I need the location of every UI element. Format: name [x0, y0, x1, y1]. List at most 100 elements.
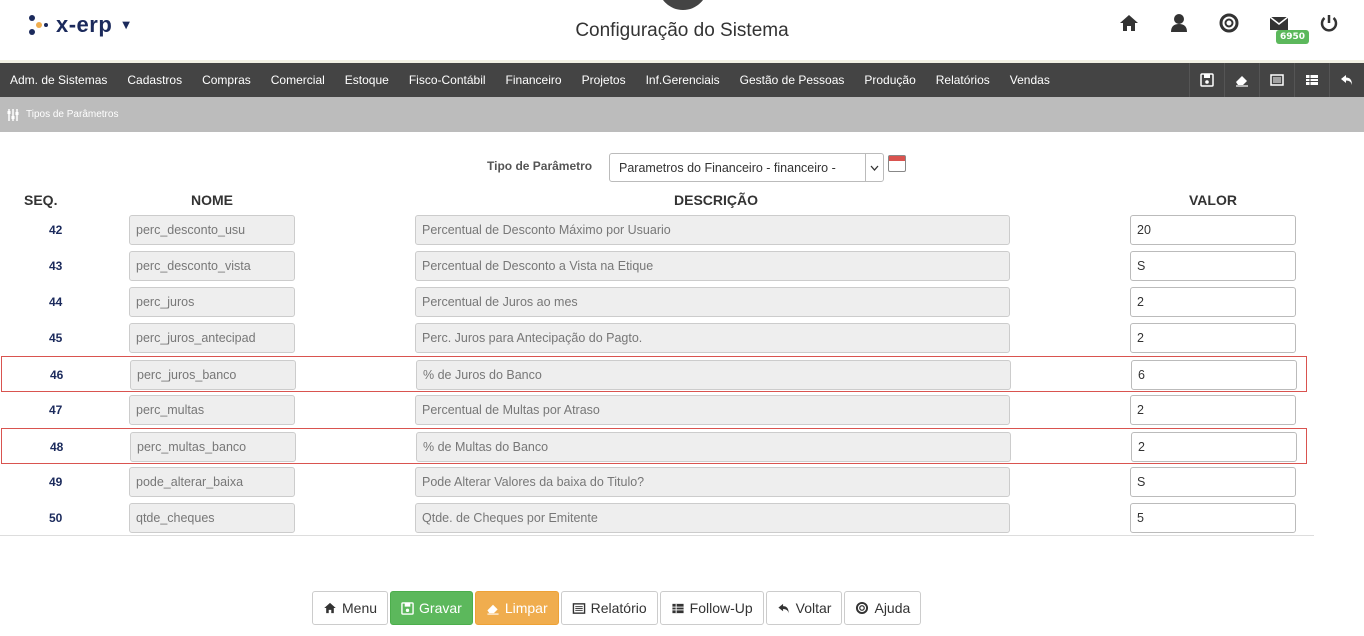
- help-button-label: Ajuda: [874, 600, 911, 616]
- table-icon[interactable]: [1294, 63, 1329, 97]
- table-row: 50 qtde_cheques Qtde. de Cheques por Emite…: [0, 499, 1314, 535]
- main-menu-bar: Adm. de Sistemas Cadastros Compras Comer…: [0, 63, 1364, 97]
- save-button[interactable]: Gravar: [390, 591, 473, 625]
- save-button-label: Gravar: [419, 600, 462, 616]
- row-descricao-field: Pode Alterar Valores da baixa do Titulo?: [415, 467, 1010, 497]
- top-header: x-erp ▼ Configuração do Sistema 6950: [0, 0, 1364, 63]
- menu-item-comercial[interactable]: Comercial: [261, 73, 335, 87]
- row-seq: 46: [50, 368, 64, 382]
- menu-button[interactable]: Menu: [312, 591, 389, 625]
- row-descricao-field: Perc. Juros para Antecipação do Pagto.: [415, 323, 1010, 353]
- eraser-icon[interactable]: [1224, 63, 1259, 97]
- row-descricao-field: Percentual de Juros ao mes: [415, 287, 1010, 317]
- menu-item-fisco-contabil[interactable]: Fisco-Contábil: [399, 73, 496, 87]
- column-header-seq: SEQ.: [24, 192, 58, 208]
- mail-count-badge: 6950: [1276, 30, 1310, 44]
- row-valor-input[interactable]: 5: [1130, 503, 1296, 533]
- home-icon[interactable]: [1118, 12, 1140, 34]
- row-nome-field: pode_alterar_baixa: [129, 467, 295, 497]
- menu-item-producao[interactable]: Produção: [854, 73, 925, 87]
- back-arrow-icon[interactable]: [1329, 63, 1364, 97]
- table-row: 43 perc_desconto_vista Percentual de Desco…: [0, 247, 1314, 283]
- power-icon[interactable]: [1318, 12, 1340, 34]
- support-icon[interactable]: [1218, 12, 1240, 34]
- row-valor-input[interactable]: 20: [1130, 215, 1296, 245]
- parameter-type-select[interactable]: Parametros do Financeiro - financeiro -: [609, 153, 884, 182]
- menu-item-relatorios[interactable]: Relatórios: [926, 73, 1000, 87]
- menu-item-adm-sistemas[interactable]: Adm. de Sistemas: [0, 73, 117, 87]
- row-descricao-field: Qtde. de Cheques por Emitente: [415, 503, 1010, 533]
- row-nome-field: perc_multas_banco: [130, 432, 296, 462]
- menu-item-financeiro[interactable]: Financeiro: [496, 73, 572, 87]
- parameter-type-selected: Parametros do Financeiro - financeiro -: [619, 161, 836, 175]
- back-button-label: Voltar: [795, 600, 832, 616]
- row-valor-input[interactable]: 6: [1131, 360, 1297, 390]
- row-nome-field: qtde_cheques: [129, 503, 295, 533]
- report-button-label: Relatório: [590, 600, 647, 616]
- menu-item-compras[interactable]: Compras: [192, 73, 261, 87]
- list-alt-icon: [572, 602, 585, 614]
- table-row: 47 perc_multas Percentual de Multas por At…: [0, 391, 1314, 427]
- clear-button-label: Limpar: [504, 600, 548, 616]
- save-icon[interactable]: [1189, 63, 1224, 97]
- row-descricao-field: % de Juros do Banco: [416, 360, 1011, 390]
- sliders-icon: [7, 108, 19, 121]
- menu-item-inf-gerenciais[interactable]: Inf.Gerenciais: [636, 73, 730, 87]
- row-seq: 44: [49, 295, 63, 309]
- column-header-valor: VALOR: [1189, 192, 1237, 208]
- table-row: 44 perc_juros Percentual de Juros ao mes 2: [0, 283, 1314, 319]
- row-valor-input[interactable]: 2: [1130, 287, 1296, 317]
- collapse-header-handle[interactable]: [658, 0, 708, 10]
- breadcrumb: Tipos de Parâmetros: [0, 97, 1364, 132]
- column-header-descricao: DESCRIÇÃO: [674, 192, 759, 208]
- table-row: 45 perc_juros_antecipad Perc. Juros para A…: [0, 319, 1314, 355]
- support-icon: [856, 601, 869, 615]
- menu-item-vendas[interactable]: Vendas: [1000, 73, 1060, 87]
- table-row: 42 perc_desconto_usu Percentual de Descont…: [0, 211, 1314, 247]
- action-button-bar: Menu Gravar Limpar Relatório Follow-Up V…: [312, 591, 922, 625]
- row-valor-input[interactable]: S: [1130, 467, 1296, 497]
- parameter-type-label: Tipo de Parâmetro: [487, 159, 593, 173]
- row-nome-field: perc_desconto_usu: [129, 215, 295, 245]
- menu-button-label: Menu: [342, 600, 378, 616]
- eraser-icon: [487, 604, 499, 615]
- row-descricao-field: Percentual de Multas por Atraso: [415, 395, 1010, 425]
- row-valor-input[interactable]: S: [1130, 251, 1296, 281]
- table-row: 48 perc_multas_banco % de Multas do Banco 2: [1, 428, 1307, 464]
- row-nome-field: perc_juros: [129, 287, 295, 317]
- row-seq: 49: [49, 475, 63, 489]
- row-nome-field: perc_multas: [129, 395, 295, 425]
- menu-item-gestao-pessoas[interactable]: Gestão de Pessoas: [730, 73, 855, 87]
- row-valor-input[interactable]: 2: [1130, 323, 1296, 353]
- clear-button[interactable]: Limpar: [474, 591, 559, 625]
- row-seq: 50: [49, 511, 63, 525]
- table-bottom-divider: [0, 535, 1314, 536]
- row-valor-input[interactable]: 2: [1130, 395, 1296, 425]
- row-valor-input[interactable]: 2: [1131, 432, 1297, 462]
- calendar-icon[interactable]: [888, 155, 906, 172]
- row-seq: 45: [49, 331, 63, 345]
- menu-item-estoque[interactable]: Estoque: [335, 73, 399, 87]
- row-seq: 42: [49, 223, 63, 237]
- column-header-nome: NOME: [191, 192, 233, 208]
- row-descricao-field: % de Multas do Banco: [416, 432, 1011, 462]
- list-alt-icon[interactable]: [1259, 63, 1294, 97]
- save-icon: [401, 601, 414, 615]
- chevron-down-icon: [865, 154, 883, 181]
- menu-item-cadastros[interactable]: Cadastros: [117, 73, 192, 87]
- follow-up-button-label: Follow-Up: [689, 600, 753, 616]
- user-icon[interactable]: [1168, 12, 1190, 34]
- menu-item-projetos[interactable]: Projetos: [572, 73, 636, 87]
- row-seq: 43: [49, 259, 63, 273]
- report-button[interactable]: Relatório: [560, 591, 658, 625]
- row-seq: 47: [49, 403, 63, 417]
- help-button[interactable]: Ajuda: [844, 591, 922, 625]
- breadcrumb-label: Tipos de Parâmetros: [26, 109, 119, 120]
- row-nome-field: perc_desconto_vista: [129, 251, 295, 281]
- row-nome-field: perc_juros_antecipad: [129, 323, 295, 353]
- table-row: 46 perc_juros_banco % de Juros do Banco 6: [1, 356, 1307, 392]
- back-button[interactable]: Voltar: [765, 591, 843, 625]
- follow-up-button[interactable]: Follow-Up: [659, 591, 764, 625]
- row-seq: 48: [50, 440, 64, 454]
- home-icon: [324, 602, 336, 614]
